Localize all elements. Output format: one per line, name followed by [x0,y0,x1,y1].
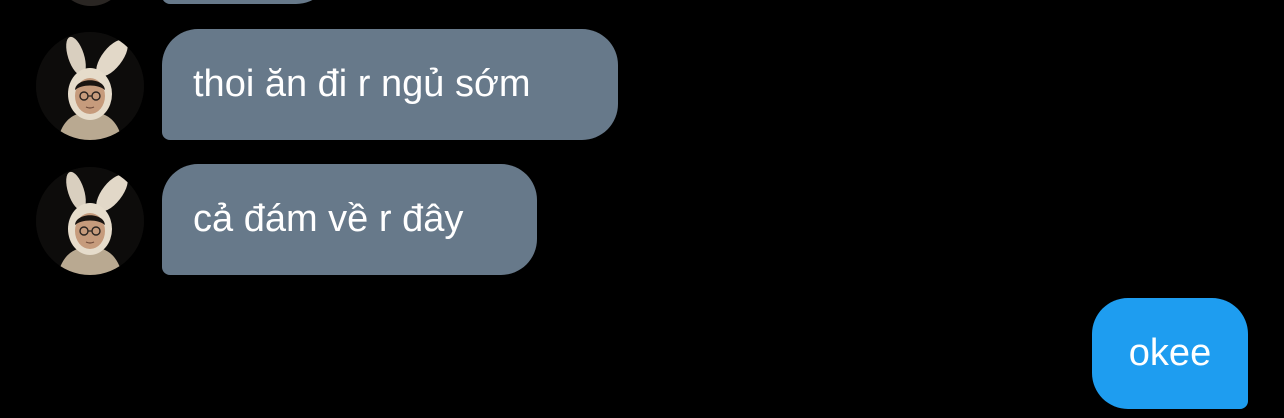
message-bubble-outgoing[interactable]: okee [1092,298,1248,409]
sender-avatar[interactable] [36,32,144,140]
sender-avatar[interactable] [36,167,144,275]
message-bubble-incoming[interactable]: cả đám về r đây [162,164,537,275]
user-avatar-icon [36,32,144,140]
message-text: okee [1128,332,1212,374]
previous-avatar-edge [56,0,126,6]
message-text: cả đám về r đây [193,198,464,240]
user-avatar-icon [36,167,144,275]
chat-thread: thoi ăn đi r ngủ sớm cả đám về r đây oke… [0,0,1284,418]
message-text: thoi ăn đi r ngủ sớm [193,63,531,105]
message-bubble-incoming[interactable]: thoi ăn đi r ngủ sớm [162,29,618,140]
previous-message-bubble-edge[interactable] [162,0,332,4]
